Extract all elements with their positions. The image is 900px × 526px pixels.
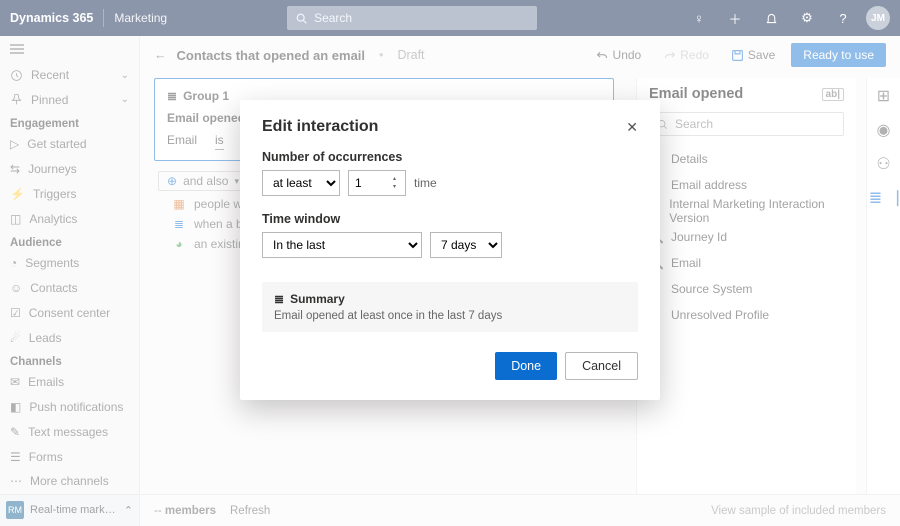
spinner-icon[interactable]: ▴▾ [393, 172, 403, 194]
occurrence-count-input[interactable]: ▴▾ [348, 170, 406, 196]
edit-interaction-modal: Edit interaction ✕ Number of occurrences… [240, 100, 660, 400]
done-button[interactable]: Done [495, 352, 557, 380]
summary-text: Email opened at least once in the last 7… [274, 310, 626, 322]
summary-box: ≣Summary Email opened at least once in t… [262, 282, 638, 332]
modal-title: Edit interaction [262, 118, 378, 136]
occurrence-suffix: time [414, 176, 437, 190]
time-window-label: Time window [262, 212, 638, 226]
cancel-button[interactable]: Cancel [565, 352, 638, 380]
close-icon[interactable]: ✕ [626, 119, 638, 136]
occurrences-label: Number of occurrences [262, 150, 638, 164]
time-window-value-select[interactable]: 7 days [430, 232, 502, 258]
occurrence-operator-select[interactable]: at least [262, 170, 340, 196]
summary-icon: ≣ [274, 292, 284, 306]
time-window-operator-select[interactable]: In the last [262, 232, 422, 258]
